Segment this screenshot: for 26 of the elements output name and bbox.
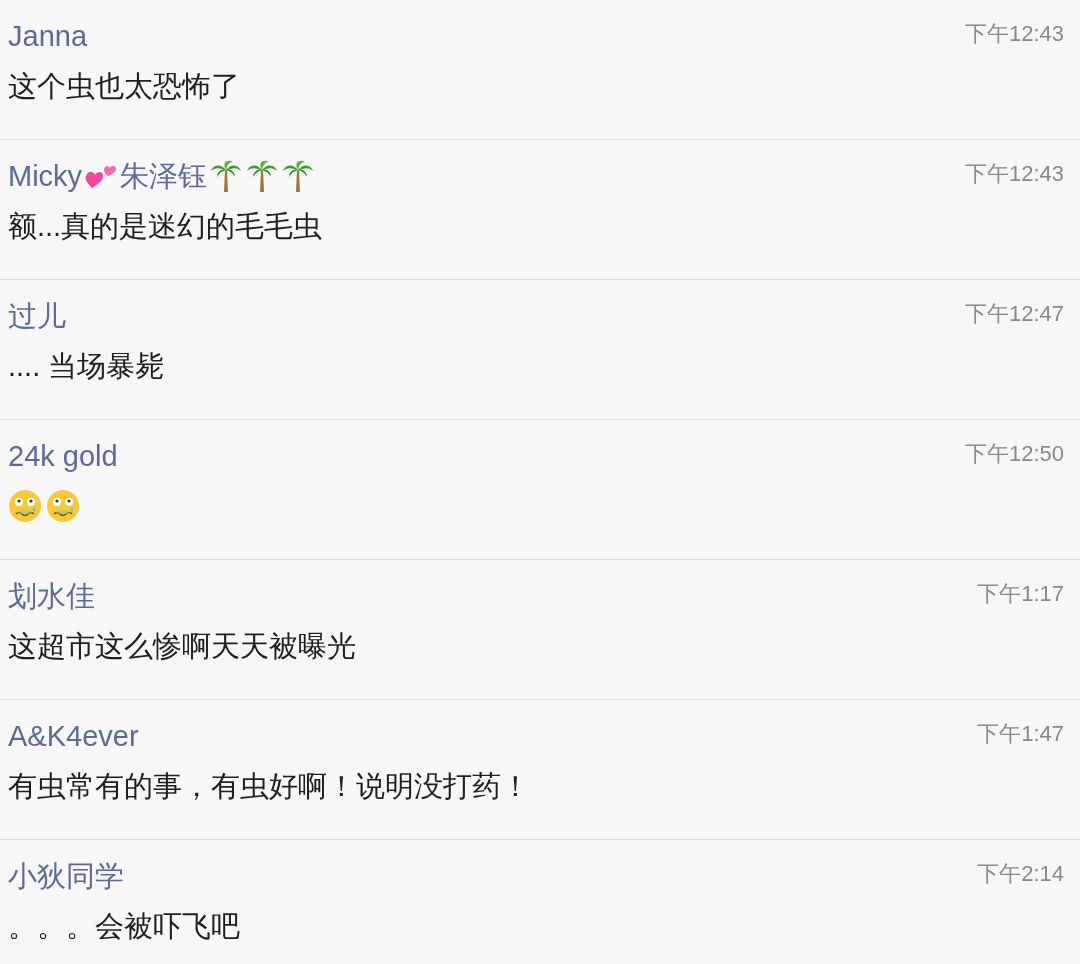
palm-tree-icon	[245, 159, 280, 193]
comment-time: 下午1:17	[977, 580, 1064, 608]
comment-time: 下午12:50	[964, 440, 1064, 468]
author-name[interactable]: Micky	[8, 154, 83, 198]
comment-text: 这个虫也太恐怖了	[8, 69, 240, 104]
woozy-face-icon	[46, 489, 80, 523]
comment-time: 下午1:47	[977, 720, 1064, 748]
comment-text: 这超市这么惨啊天天被曝光	[8, 629, 356, 664]
woozy-face-icon	[8, 489, 42, 523]
comment-text: 额...真的是迷幻的毛毛虫	[8, 209, 323, 244]
comment-text: 有虫常有的事，有虫好啊！说明没打药！	[8, 769, 530, 804]
comment-time: 下午2:14	[977, 860, 1064, 888]
author-name[interactable]: 小狄同学	[8, 854, 124, 898]
comment-time: 下午12:43	[964, 20, 1064, 48]
author-name[interactable]: 划水佳	[8, 574, 95, 618]
author-name[interactable]: 过儿	[8, 294, 66, 338]
comment-text: .... 当场暴毙	[8, 349, 165, 384]
palm-tree-icon	[209, 159, 244, 193]
author-name[interactable]: A&K4ever	[8, 714, 139, 758]
author-name[interactable]: Janna	[8, 14, 87, 58]
comment-time: 下午12:47	[964, 300, 1064, 328]
comment-time: 下午12:43	[964, 160, 1064, 188]
author-name[interactable]: 朱泽钰	[120, 154, 208, 198]
palm-tree-icon	[281, 159, 316, 193]
comment-text: 。。。会被吓飞吧	[8, 909, 240, 944]
author-name[interactable]: 24k gold	[8, 434, 118, 478]
